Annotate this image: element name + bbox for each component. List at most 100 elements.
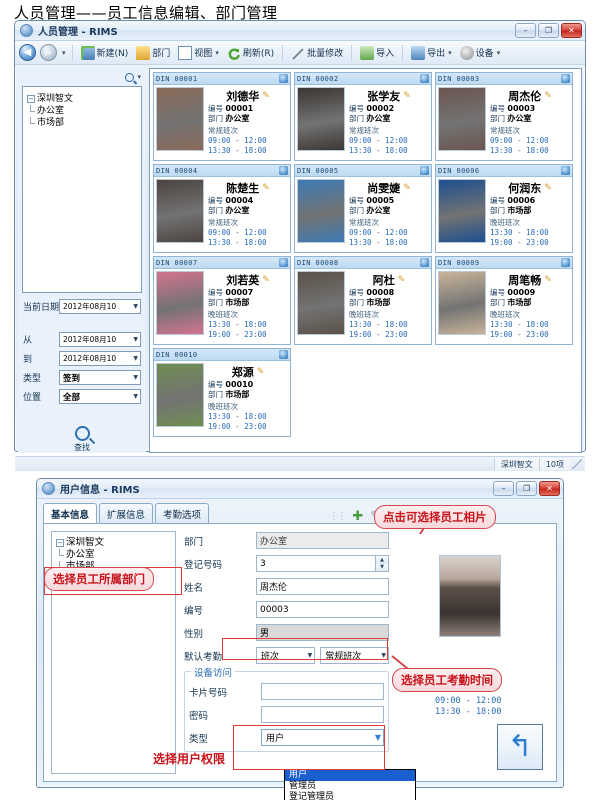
user-type-select[interactable]: 用户 ▼ (261, 729, 384, 746)
edit-pencil-icon[interactable]: ✎ (403, 91, 411, 101)
employee-card[interactable]: DIN 00010 郑源 ✎ 编号 00010 部门 市场部 晚班班次 13:30 - 18… (153, 348, 291, 437)
date-from-picker[interactable]: 2012年08月10 ▼ (59, 332, 141, 347)
edit-pencil-icon[interactable]: ✎ (398, 275, 406, 285)
employee-card[interactable]: DIN 00002 张学友 ✎ 编号 00002 部门 办公室 常规班次 09:00 - 1… (294, 72, 432, 161)
hand-icon[interactable] (561, 166, 570, 175)
search-caret-icon[interactable]: ▾ (137, 73, 141, 81)
close-button[interactable]: ✕ (561, 23, 582, 38)
toolbar-button-device[interactable]: 设备 ▾ (458, 45, 503, 61)
card-number-input[interactable] (261, 683, 384, 700)
back-button[interactable]: ↰ (497, 724, 543, 770)
view-caret-icon[interactable]: ▾ (215, 49, 219, 57)
registration-number-stepper[interactable]: ▲ ▼ (376, 555, 389, 572)
toolbar-button-refresh[interactable]: 刷新(R) (225, 45, 276, 61)
tree-expand-icon[interactable]: − (56, 539, 64, 547)
hand-icon[interactable] (279, 166, 288, 175)
gender-select[interactable]: 男 (256, 624, 389, 641)
edit-pencil-icon[interactable]: ✎ (544, 183, 552, 193)
toolbar-button-export[interactable]: 导出 ▾ (409, 45, 454, 61)
tab-basic-info[interactable]: 基本信息 (43, 503, 98, 523)
location-select[interactable]: 全部 ▼ (59, 389, 141, 404)
hand-icon[interactable] (279, 350, 288, 359)
maximize-button[interactable]: ❐ (538, 23, 559, 38)
employee-photo[interactable] (438, 87, 486, 151)
employee-number-input[interactable]: 00003 (256, 601, 389, 618)
employee-card[interactable]: DIN 00005 尚雯婕 ✎ 编号 00005 部门 办公室 常规班次 09:00 - 1… (294, 164, 432, 253)
edit-pencil-icon[interactable]: ✎ (262, 183, 270, 193)
hand-icon[interactable] (420, 258, 429, 267)
shift-name-select[interactable]: 常规班次 ▼ (320, 647, 389, 664)
toolbar-button-batch-edit[interactable]: 批量修改 (289, 45, 345, 61)
tree-item-market[interactable]: 市场部 (27, 117, 137, 129)
edit-pencil-icon[interactable]: ✎ (403, 183, 411, 193)
toolbar-button-new[interactable]: 新建(N) (79, 45, 131, 61)
employee-photo[interactable] (156, 87, 204, 151)
forward-button[interactable]: ▶ (40, 44, 57, 61)
hand-icon[interactable] (420, 74, 429, 83)
employee-card-list[interactable]: DIN 00001 刘德华 ✎ 编号 00001 部门 办公室 常规班次 09:00 - 1… (149, 68, 582, 453)
dialog-tree-item-office[interactable]: 办公室 (56, 549, 171, 561)
tree-expand-icon[interactable]: − (27, 95, 35, 103)
tab-attendance-options[interactable]: 考勤选项 (155, 503, 210, 523)
employee-card[interactable]: DIN 00007 刘若英 ✎ 编号 00007 部门 市场部 晚班班次 13:30 - 1… (153, 256, 291, 345)
hand-icon[interactable] (279, 74, 288, 83)
edit-pencil-icon[interactable]: ✎ (544, 275, 552, 285)
dialog-close-button[interactable]: ✕ (539, 481, 560, 496)
toolbar-button-import[interactable]: 导入 (358, 45, 396, 61)
employee-photo[interactable] (156, 179, 204, 243)
edit-pencil-icon[interactable]: ✎ (262, 275, 270, 285)
tree-item-office[interactable]: 办公室 (27, 105, 137, 117)
employee-card[interactable]: DIN 00004 陈楚生 ✎ 编号 00004 部门 办公室 常规班次 09:00 - 1… (153, 164, 291, 253)
stepper-down-icon[interactable]: ▼ (376, 563, 388, 571)
nav-dropdown-caret[interactable]: ▾ (62, 49, 66, 57)
employee-card[interactable]: DIN 00009 周笔畅 ✎ 编号 00009 部门 市场部 晚班班次 13:30 - 1… (435, 256, 573, 345)
toolbar-button-department[interactable]: 部门 (134, 45, 172, 61)
employee-photo[interactable] (438, 271, 486, 335)
user-type-option[interactable]: 用户 (285, 770, 415, 781)
name-input[interactable]: 周杰伦 (256, 578, 389, 595)
stepper-up-icon[interactable]: ▲ (376, 556, 388, 564)
employee-photo[interactable] (156, 271, 204, 335)
department-tree[interactable]: − 深圳智文 办公室 市场部 (22, 86, 142, 293)
dialog-tree-root[interactable]: − 深圳智文 (56, 537, 171, 549)
employee-photo[interactable] (439, 555, 501, 637)
hand-icon[interactable] (420, 166, 429, 175)
tree-root-node[interactable]: − 深圳智文 (27, 93, 137, 105)
back-button[interactable]: ◀ (19, 44, 36, 61)
current-date-picker[interactable]: 2012年08月10 ▼ (59, 299, 141, 314)
hand-icon[interactable] (561, 74, 570, 83)
employee-card[interactable]: DIN 00003 周杰伦 ✎ 编号 00003 部门 办公室 常规班次 09:00 - 1… (435, 72, 573, 161)
hand-icon[interactable] (279, 258, 288, 267)
add-button[interactable]: ✚ (352, 510, 363, 523)
minimize-button[interactable]: – (515, 23, 536, 38)
employee-photo[interactable] (297, 87, 345, 151)
user-type-option[interactable]: 管理员 (285, 781, 415, 792)
edit-pencil-icon[interactable]: ✎ (257, 367, 265, 377)
user-type-option[interactable]: 登记管理员 (285, 792, 415, 800)
dialog-maximize-button[interactable]: ❐ (516, 481, 537, 496)
search-icon[interactable] (123, 70, 137, 84)
employee-card[interactable]: DIN 00008 阿杜 ✎ 编号 00008 部门 市场部 晚班班次 13:30 - 18… (294, 256, 432, 345)
edit-pencil-icon[interactable]: ✎ (544, 91, 552, 101)
registration-number-input[interactable]: 3 (256, 555, 376, 572)
export-caret-icon[interactable]: ▾ (448, 49, 452, 57)
employee-card[interactable]: DIN 00001 刘德华 ✎ 编号 00001 部门 办公室 常规班次 09:00 - 1… (153, 72, 291, 161)
password-input[interactable] (261, 706, 384, 723)
employee-photo[interactable] (438, 179, 486, 243)
employee-card[interactable]: DIN 00006 何润东 ✎ 编号 00006 部门 市场部 晚班班次 13:30 - 1… (435, 164, 573, 253)
employee-photo[interactable] (156, 363, 204, 427)
user-type-dropdown-list[interactable]: 用户 管理员 登记管理员 (284, 769, 416, 800)
type-select[interactable]: 签到 ▼ (59, 370, 141, 385)
dialog-minimize-button[interactable]: – (493, 481, 514, 496)
edit-pencil-icon[interactable]: ✎ (262, 91, 270, 101)
find-button[interactable]: 查找 (23, 422, 141, 453)
toolbar-button-view[interactable]: 视图 ▾ (176, 45, 221, 61)
device-caret-icon[interactable]: ▾ (497, 49, 501, 57)
date-to-picker[interactable]: 2012年08月10 ▼ (59, 351, 141, 366)
hand-icon[interactable] (561, 258, 570, 267)
tab-extended-info[interactable]: 扩展信息 (99, 503, 154, 523)
shift-type-select[interactable]: 班次 ▼ (256, 647, 316, 664)
employee-photo[interactable] (297, 179, 345, 243)
resize-grip-icon[interactable] (572, 459, 582, 469)
employee-photo[interactable] (297, 271, 345, 335)
